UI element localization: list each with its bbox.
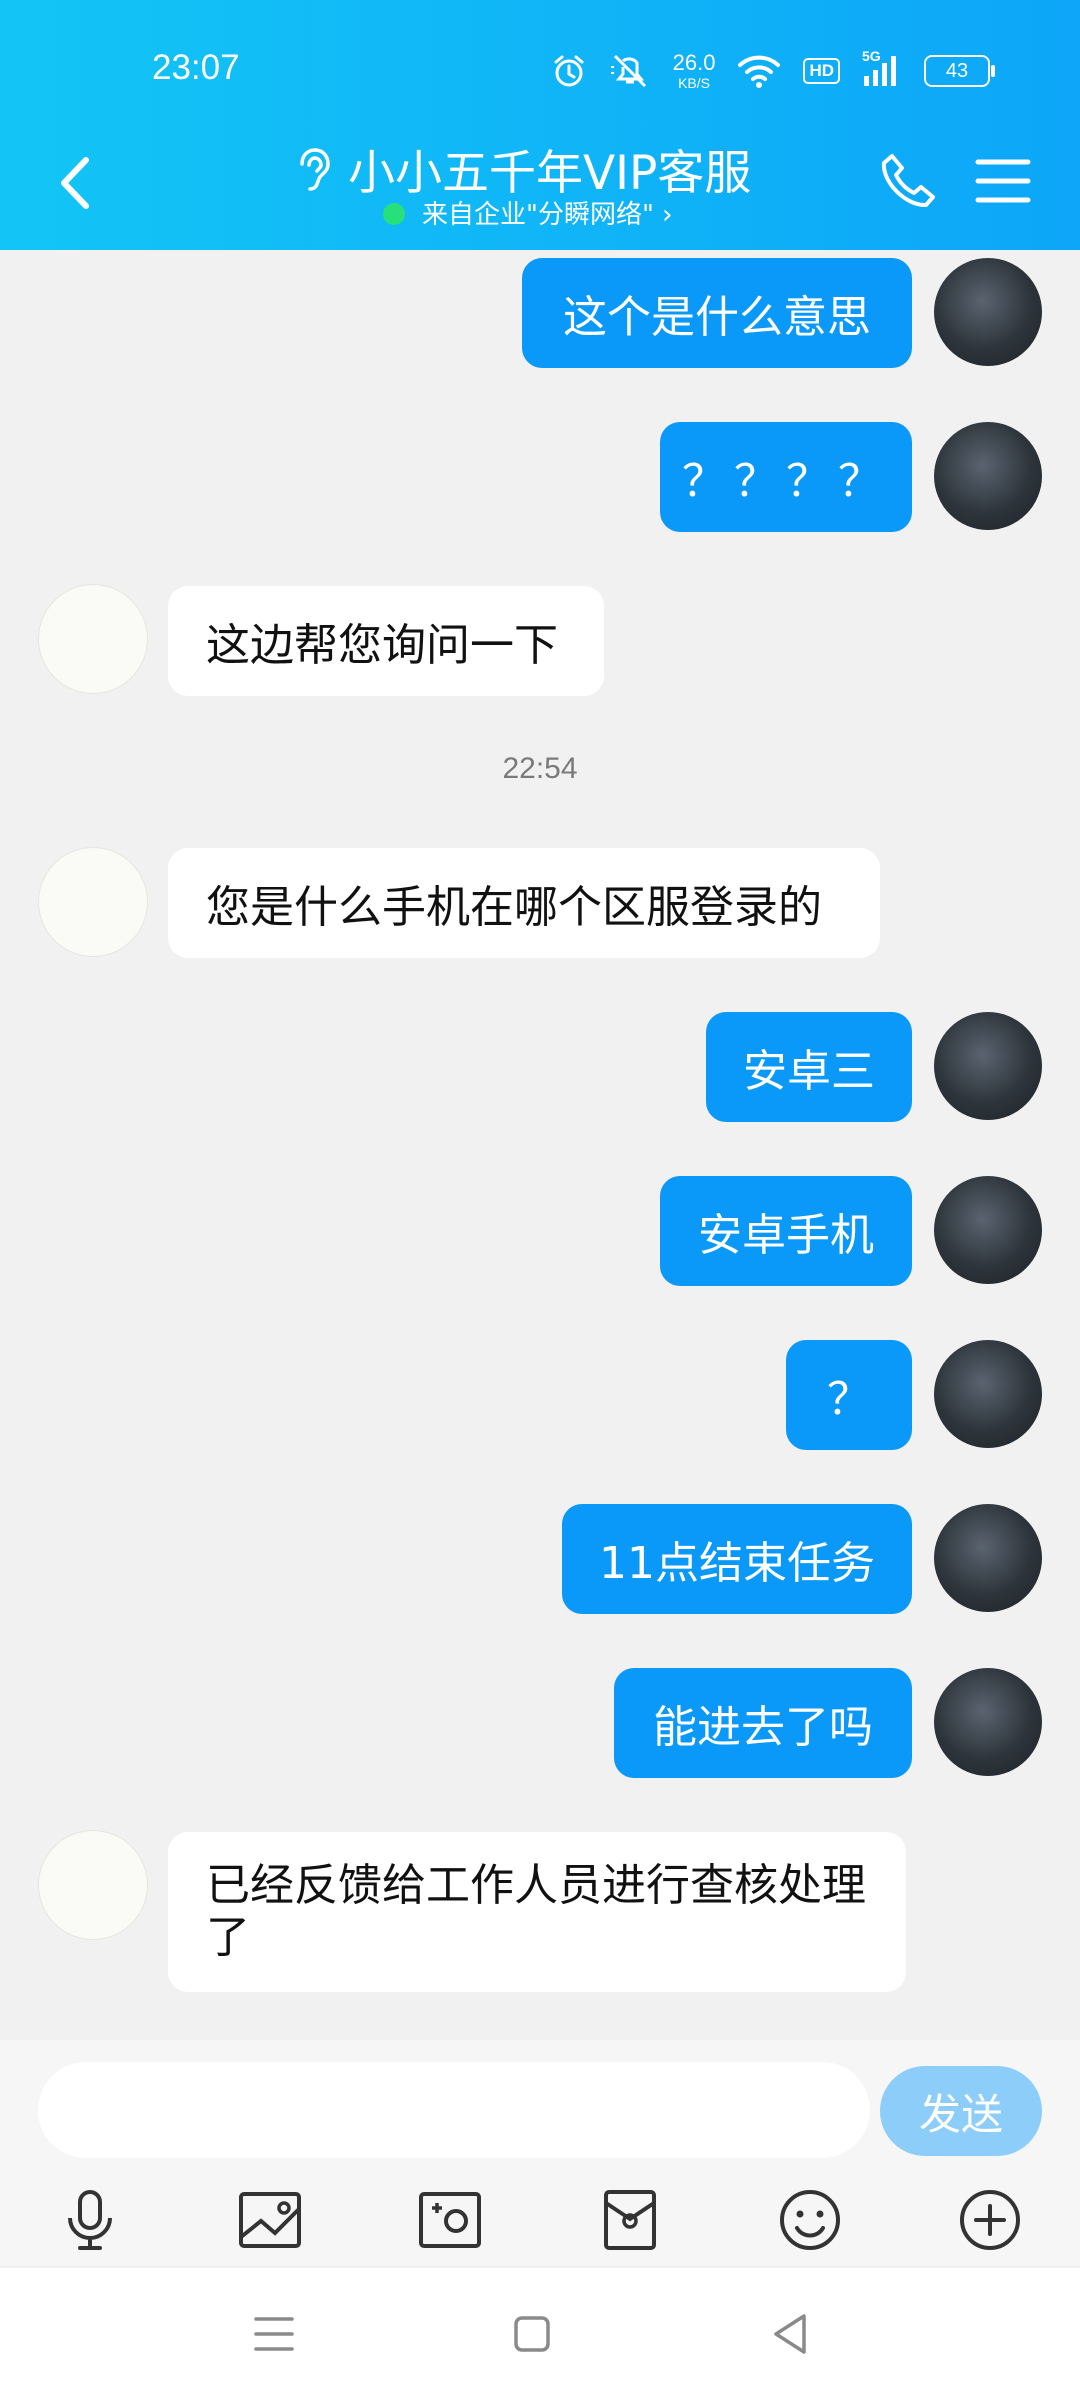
status-time: 23:07 [152,48,240,87]
status-icons: 26.0 KB/S HD 5G 43 [551,48,995,94]
image-button[interactable] [230,2180,310,2260]
mute-icon [610,54,646,88]
message-bubble-sent[interactable]: 这个是什么意思 [522,258,912,368]
back-triangle-icon [774,2314,806,2354]
input-toolbar [0,2180,1080,2260]
menu-icon [975,159,1031,203]
recent-apps-icon [254,2317,294,2351]
red-packet-icon [604,2190,656,2250]
agent-avatar[interactable] [38,584,148,694]
message-bubble-sent[interactable]: ？ [786,1340,912,1450]
emoji-button[interactable] [770,2180,850,2260]
send-button[interactable]: 发送 [880,2066,1042,2156]
message-input[interactable] [38,2062,870,2158]
message-bubble-sent[interactable]: 安卓三 [706,1012,912,1122]
home-button[interactable] [502,2304,562,2364]
my-avatar[interactable] [934,1504,1042,1612]
home-icon [514,2316,550,2352]
chevron-left-icon [61,157,89,209]
image-icon [239,2192,301,2248]
net-speed: 26.0 KB/S [672,50,716,91]
ear-icon[interactable] [292,146,332,196]
message-bubble-sent[interactable]: 11点结束任务 [562,1504,912,1614]
call-button[interactable] [878,150,938,214]
plus-icon [960,2190,1020,2250]
message-bubble-received[interactable]: 这边帮您询问一下 [168,586,604,696]
back-button[interactable] [50,150,100,216]
recent-apps-button[interactable] [244,2304,304,2364]
system-navigation-bar [0,2268,1080,2400]
my-avatar[interactable] [934,1012,1042,1120]
voice-button[interactable] [50,2180,130,2260]
alarm-icon [554,55,584,87]
hd-badge: HD [803,58,840,84]
emoji-icon [780,2190,840,2250]
message-bubble-sent[interactable]: 安卓手机 [660,1176,912,1286]
phone-icon [881,154,935,208]
message-bubble-sent[interactable]: 能进去了吗 [614,1668,912,1778]
mic-icon [68,2190,112,2250]
input-area: 发送 [0,2040,1080,2265]
my-avatar[interactable] [934,1668,1042,1776]
net-speed-unit: KB/S [678,75,710,91]
my-avatar[interactable] [934,1340,1042,1448]
my-avatar[interactable] [934,422,1042,530]
message-bubble-sent[interactable]: ？？？？ [660,422,912,532]
online-status-dot [383,203,405,225]
back-nav-button[interactable] [760,2304,820,2364]
camera-icon [419,2192,481,2248]
network-type: 5G [862,48,881,64]
net-speed-value: 26.0 [672,50,716,75]
agent-avatar[interactable] [38,1830,148,1940]
my-avatar[interactable] [934,1176,1042,1284]
my-avatar[interactable] [934,258,1042,366]
signal-indicator: 5G [862,48,902,88]
camera-button[interactable] [410,2180,490,2260]
message-timestamp: 22:54 [502,752,578,785]
message-bubble-received[interactable]: 您是什么手机在哪个区服登录的 [168,848,880,958]
wifi-icon [738,55,781,88]
red-packet-button[interactable] [590,2180,670,2260]
message-bubble-received[interactable]: 已经反馈给工作人员进行查核处理了 [168,1832,906,1992]
chat-title[interactable]: 小小五千年VIP客服 [348,134,751,203]
more-button[interactable] [950,2180,1030,2260]
menu-button[interactable] [975,158,1031,208]
chat-header: 23:07 26.0 KB/S HD 5G 43 小小五千年VIP客服 来自企业… [0,0,1080,250]
agent-avatar[interactable] [38,847,148,957]
battery-indicator: 43 [924,55,995,87]
enterprise-subtitle[interactable]: 来自企业"分瞬网络" › [422,194,673,231]
